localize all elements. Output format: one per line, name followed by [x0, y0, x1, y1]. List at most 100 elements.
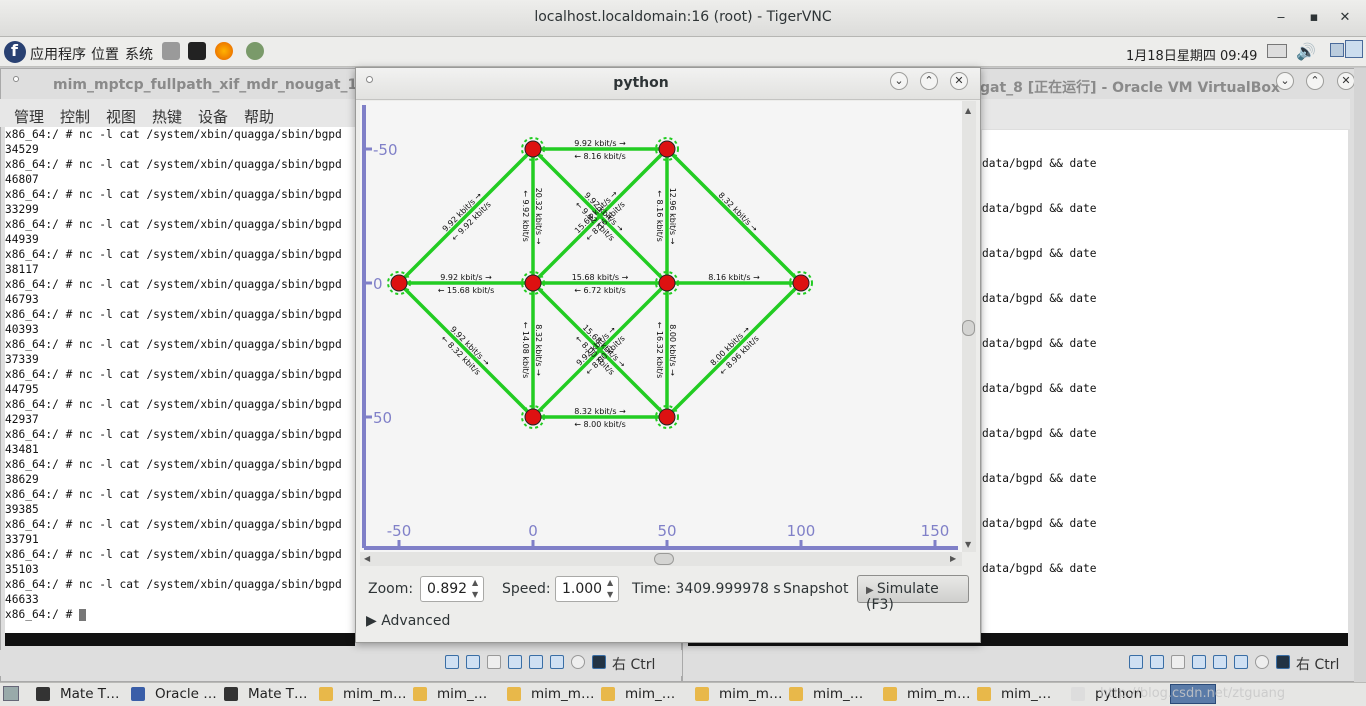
link-rate-label: 8.00 kbit/s →	[668, 324, 677, 376]
play-icon: ▶	[866, 585, 877, 596]
host-key-label: 右 Ctrl	[612, 657, 656, 673]
taskbar-task[interactable]: mim_…	[437, 686, 487, 702]
link-line	[665, 147, 803, 285]
menu-control[interactable]: 控制	[60, 106, 90, 127]
vm-left-terminal[interactable]: x86_64:/ # nc -l cat /system/xbin/quagga…	[5, 127, 355, 633]
keyboard-icon[interactable]	[1267, 44, 1287, 58]
maximize-icon[interactable]: ▪	[1306, 10, 1322, 26]
vm-task-icon	[413, 687, 427, 701]
topology-canvas[interactable]: -50 0 50 -50 0 50 100 150 9.92 kbit/s → ← 9.92 kb…	[360, 101, 962, 552]
taskbar-task[interactable]: mim_m…	[343, 686, 406, 702]
vm-task-icon	[507, 687, 521, 701]
network-tool-icon[interactable]	[246, 42, 264, 60]
link-rate-label: 12.96 kbit/s →	[668, 188, 677, 245]
vm-right-close-icon[interactable]: ✕	[1337, 72, 1355, 90]
menu-manage[interactable]: 管理	[14, 106, 44, 127]
terminal-line: 35103	[5, 563, 39, 576]
capture-icon-right[interactable]	[1255, 655, 1269, 669]
shared-folder-icon-right[interactable]	[1234, 655, 1248, 669]
audio-icon[interactable]	[487, 655, 501, 669]
link-line	[397, 281, 535, 419]
taskbar-task[interactable]: Oracle …	[155, 686, 217, 702]
hdd-icon-right[interactable]	[1129, 655, 1143, 669]
network-node	[524, 408, 542, 426]
menu-places[interactable]: 位置	[91, 44, 119, 64]
speed-stepper-icon[interactable]: ▲ ▼	[607, 577, 613, 601]
taskbar-task[interactable]: Mate T…	[60, 686, 120, 702]
terminal-line: x86_64:/ # nc -l cat /system/xbin/quagga…	[5, 428, 342, 441]
menu-hotkeys[interactable]: 热键	[152, 106, 182, 127]
x-tick-label: 100	[787, 522, 816, 540]
scroll-up-icon[interactable]: ▲	[965, 106, 971, 115]
virtualbox-task-icon	[131, 687, 145, 701]
vnc-window-title: localhost.localdomain:16 (root) - TigerV…	[534, 9, 832, 25]
scroll-down-icon[interactable]: ▼	[965, 540, 971, 549]
terminal-line: data/bgpd && date	[982, 517, 1097, 530]
capture-icon[interactable]	[571, 655, 585, 669]
vm-left-title: mim_mptcp_fullpath_xif_mdr_nougat_1 [I	[53, 77, 374, 93]
optical-drive-icon[interactable]	[466, 655, 480, 669]
taskbar-task[interactable]: mim_…	[813, 686, 863, 702]
snapshot-button[interactable]: Snapshot	[783, 581, 848, 597]
horizontal-scroll-thumb[interactable]	[654, 553, 674, 565]
scroll-right-icon[interactable]: ▶	[950, 554, 956, 563]
menu-applications[interactable]: 应用程序	[30, 44, 86, 64]
shared-folder-icon[interactable]	[550, 655, 564, 669]
menu-view[interactable]: 视图	[106, 106, 136, 127]
menu-system[interactable]: 系统	[125, 44, 153, 64]
scroll-left-icon[interactable]: ◀	[364, 554, 370, 563]
network-adapter-icon-right[interactable]	[1192, 655, 1206, 669]
link-rate-label: ← 9.92 kbit/s	[521, 190, 530, 242]
mouse-integration-icon[interactable]	[592, 655, 606, 669]
menu-help[interactable]: 帮助	[244, 106, 274, 127]
terminal-line: x86_64:/ # nc -l cat /system/xbin/quagga…	[5, 158, 342, 171]
minimize-icon[interactable]: ‒	[1273, 10, 1289, 26]
vm-right-terminal[interactable]: data/bgpd && date data/bgpd && date data/b…	[982, 130, 1348, 633]
show-desktop-icon[interactable]	[3, 686, 19, 701]
vm-right-minimize-icon[interactable]: ⌄	[1276, 72, 1294, 90]
volume-icon[interactable]: 🔊	[1296, 42, 1316, 61]
panel-clock[interactable]: 1月18日星期四 09:49	[1126, 45, 1257, 64]
window-menu-icon[interactable]	[13, 76, 19, 82]
usb-icon[interactable]	[529, 655, 543, 669]
menu-devices[interactable]: 设备	[198, 106, 228, 127]
topology-svg[interactable]: -50 0 50 -50 0 50 100 150 9.92 kbit/s → ← 9.92 kb…	[360, 101, 962, 552]
terminal-icon[interactable]	[188, 42, 206, 60]
hdd-icon[interactable]	[445, 655, 459, 669]
taskbar-task[interactable]: mim_m…	[531, 686, 594, 702]
python-maximize-icon[interactable]: ⌃	[920, 72, 938, 90]
link-rate-label: ← 15.68 kbit/s	[438, 286, 495, 295]
python-close-icon[interactable]: ✕	[950, 72, 968, 90]
optical-drive-icon-right[interactable]	[1150, 655, 1164, 669]
terminal-line: x86_64:/ # nc -l cat /system/xbin/quagga…	[5, 578, 342, 591]
network-adapter-icon[interactable]	[508, 655, 522, 669]
taskbar-task[interactable]: Mate T…	[248, 686, 308, 702]
terminal-line: x86_64:/ # nc -l cat /system/xbin/quagga…	[5, 248, 342, 261]
taskbar-task[interactable]: mim_…	[625, 686, 675, 702]
link-rate-label: 9.92 kbit/s →	[440, 273, 492, 282]
vm-task-icon	[883, 687, 897, 701]
taskbar-task[interactable]: mim_…	[1001, 686, 1051, 702]
zoom-stepper-icon[interactable]: ▲ ▼	[472, 577, 478, 601]
audio-icon-right[interactable]	[1171, 655, 1185, 669]
zoom-label: Zoom:	[368, 581, 414, 597]
display-icon[interactable]	[1345, 40, 1363, 58]
vm-right-maximize-icon[interactable]: ⌃	[1306, 72, 1324, 90]
network-node	[524, 274, 542, 292]
text-editor-icon[interactable]	[162, 42, 180, 60]
vertical-scroll-thumb[interactable]	[962, 320, 975, 336]
python-minimize-icon[interactable]: ⌄	[890, 72, 908, 90]
taskbar-task[interactable]: mim_m…	[719, 686, 782, 702]
mouse-integration-icon-right[interactable]	[1276, 655, 1290, 669]
advanced-expander[interactable]: ▶ Advanced	[366, 613, 450, 629]
python-window-title: python	[613, 75, 669, 91]
terminal-line: 44795	[5, 383, 39, 396]
firefox-icon[interactable]	[215, 42, 233, 60]
network-icon[interactable]	[1330, 43, 1344, 57]
usb-icon-right[interactable]	[1213, 655, 1227, 669]
link-rate-label: 8.32 kbit/s →	[574, 407, 626, 416]
taskbar-task[interactable]: mim_m…	[907, 686, 970, 702]
simulate-button[interactable]: ▶ Simulate (F3)	[857, 575, 969, 613]
vm-right-scrollbar[interactable]	[1354, 68, 1366, 682]
close-icon[interactable]: ✕	[1337, 10, 1353, 26]
